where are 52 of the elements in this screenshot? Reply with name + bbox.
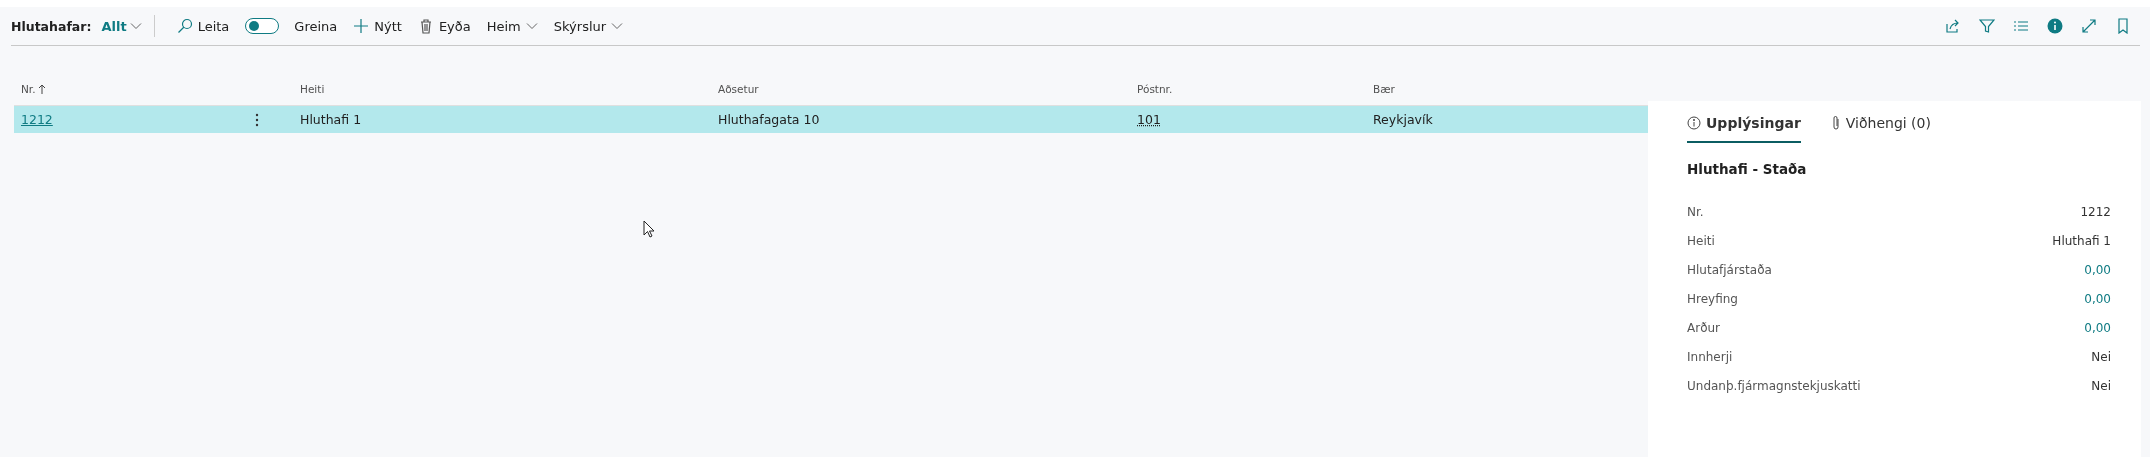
menu-button[interactable]: Skýrslur	[545, 11, 632, 41]
chevron-down-icon	[525, 22, 538, 30]
column-header[interactable]: Nr.	[14, 82, 243, 95]
list-icon	[2013, 18, 2029, 34]
field-value: Nei	[2091, 379, 2111, 395]
chevron-down-icon	[129, 22, 142, 30]
delete-button[interactable]: Eyða	[409, 11, 479, 41]
more-icon	[255, 112, 259, 127]
info-icon	[1687, 116, 1701, 130]
mouse-pointer-icon	[643, 220, 655, 238]
postcode-link[interactable]: 101	[1137, 112, 1161, 127]
table-cell-text: Hluthafi 1	[299, 112, 363, 127]
field-label: Nr.	[1687, 205, 1704, 221]
field-label: Heiti	[1687, 234, 1715, 250]
field-value-link[interactable]: 0,00	[2084, 263, 2111, 292]
analyze-toggle[interactable]: Greina	[237, 11, 346, 41]
new-button[interactable]: Nýtt	[345, 11, 410, 41]
factbox-tab[interactable]: Viðhengi (0)	[1830, 109, 1931, 143]
column-header[interactable]: Heiti	[293, 82, 711, 95]
column-header[interactable]: Póstnr.	[1130, 82, 1366, 95]
field-label: Hreyfing	[1687, 292, 1738, 308]
page-title: Hlutahafar:	[11, 18, 92, 34]
table-row[interactable]: 1212 Hluthafi 1 Hluthafagata 10 101 Reykjavík	[14, 106, 1648, 133]
chevron-down-icon	[611, 22, 624, 30]
filter-icon	[1979, 18, 1995, 34]
number-link[interactable]: 1212	[21, 112, 243, 127]
paperclip-icon	[1830, 115, 1841, 131]
field-value: Hluthafi 1	[2052, 234, 2111, 250]
menu-button[interactable]: Heim	[478, 11, 546, 41]
factbox-title: Hluthafi - Staða	[1687, 161, 1808, 177]
field-value-link[interactable]: 0,00	[2084, 321, 2111, 350]
expand-icon	[2081, 18, 2097, 34]
search-icon	[176, 18, 193, 34]
field-label: Undanþ.fjármagnstekjuskatti	[1687, 379, 1861, 395]
field-value: 1212	[2080, 205, 2111, 221]
field-label: Hlutafjárstaða	[1687, 263, 1772, 279]
share-icon	[1945, 18, 1961, 34]
field-label: Arður	[1687, 321, 1721, 337]
table-cell-text: Hluthafagata 10	[717, 112, 821, 127]
info-icon	[2047, 18, 2063, 34]
filter-dropdown[interactable]: Allt	[101, 18, 142, 34]
column-header[interactable]: Bær	[1366, 82, 1648, 95]
field-value: Nei	[2091, 350, 2111, 366]
factbox-tab[interactable]: Upplýsingar	[1687, 109, 1801, 143]
table-cell-text: Reykjavík	[1372, 112, 1434, 127]
bookmark-icon	[2115, 18, 2131, 34]
search-button[interactable]: Leita	[168, 11, 238, 41]
column-header[interactable]: Aðsetur	[711, 82, 1130, 95]
field-label: Innherji	[1687, 350, 1733, 366]
plus-icon	[353, 18, 370, 34]
field-value-link[interactable]: 0,00	[2084, 292, 2111, 321]
sort-up-icon	[37, 83, 46, 94]
